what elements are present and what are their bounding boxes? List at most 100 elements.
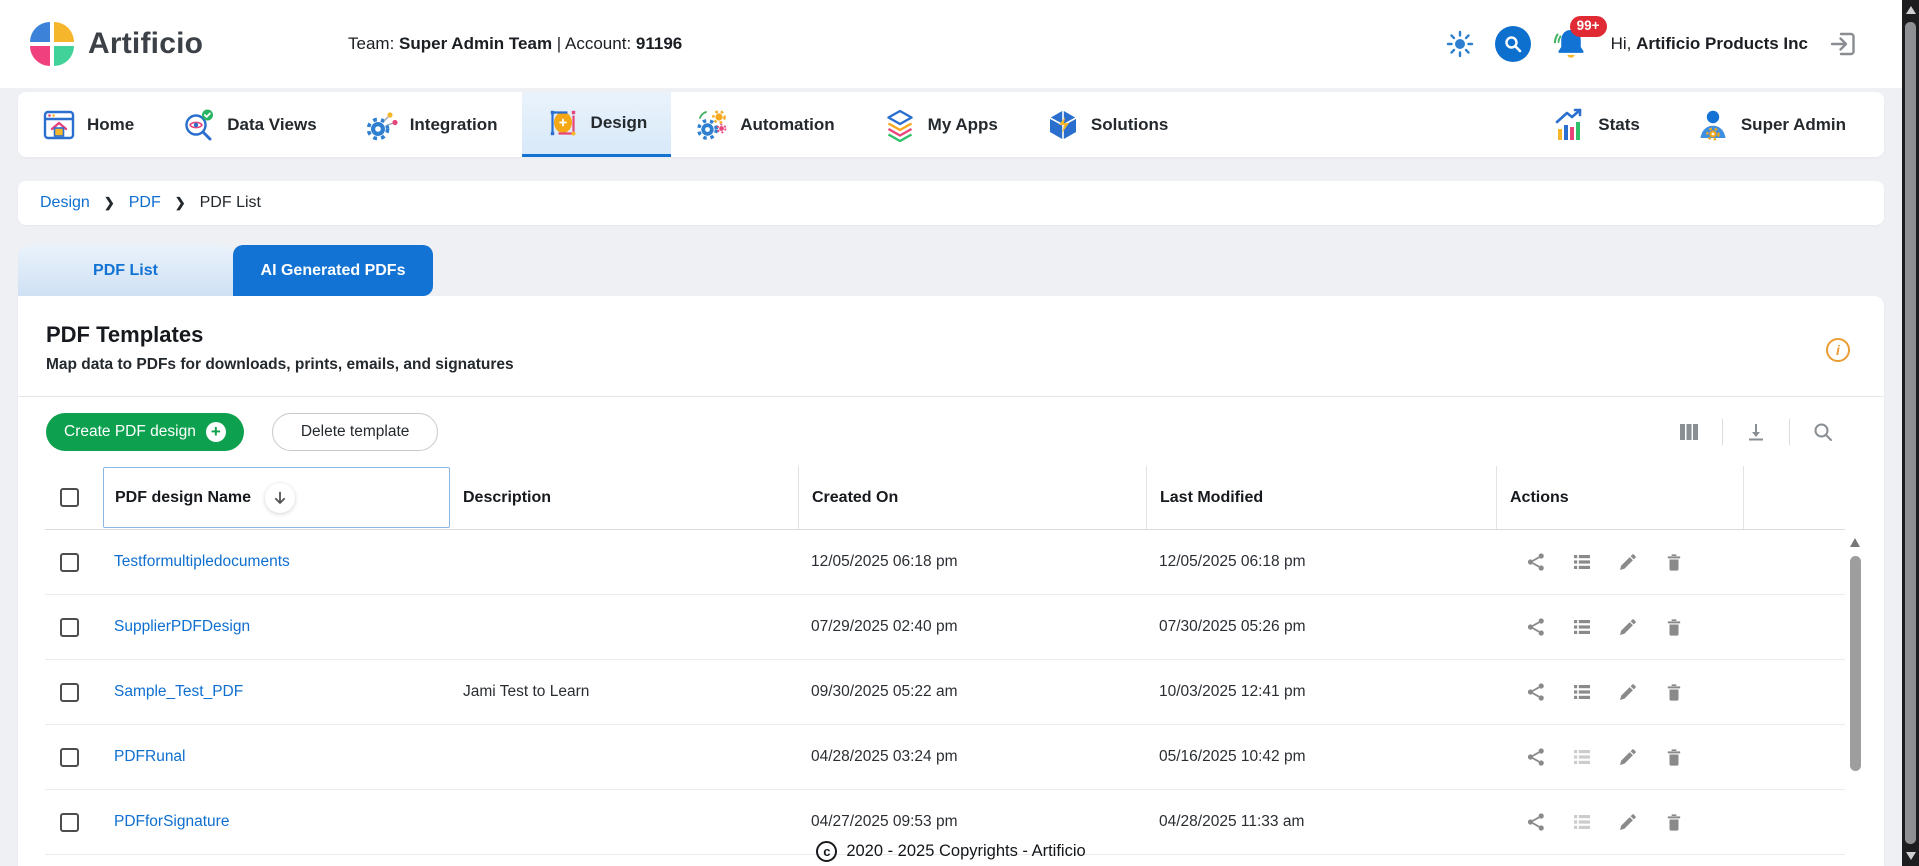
stats-icon xyxy=(1553,108,1587,142)
table-search-icon[interactable] xyxy=(1790,421,1856,443)
nav-item-stats[interactable]: Stats xyxy=(1529,108,1664,142)
notification-count-badge: 99+ xyxy=(1570,16,1607,37)
nav-item-super-admin[interactable]: Super Admin xyxy=(1672,108,1870,142)
columns-icon[interactable] xyxy=(1656,421,1722,443)
table-scrollbar[interactable] xyxy=(1849,538,1862,860)
nav-label-automation: Automation xyxy=(740,115,834,135)
delete-icon[interactable] xyxy=(1664,812,1684,832)
row-description: Jami Test to Learn xyxy=(450,683,798,701)
column-header-name[interactable]: PDF design Name xyxy=(103,467,450,528)
share-icon[interactable] xyxy=(1526,682,1546,702)
list-icon[interactable] xyxy=(1572,812,1592,832)
pdf-design-name-link[interactable]: Testformultipledocuments xyxy=(114,553,290,570)
row-checkbox[interactable] xyxy=(60,683,79,702)
column-header-description[interactable]: Description xyxy=(450,466,798,529)
header-search-button[interactable] xyxy=(1495,26,1531,62)
share-icon[interactable] xyxy=(1526,812,1546,832)
edit-icon[interactable] xyxy=(1618,552,1638,572)
download-icon[interactable] xyxy=(1723,421,1789,443)
delete-template-button[interactable]: Delete template xyxy=(272,413,439,451)
delete-button-label: Delete template xyxy=(301,423,410,441)
column-header-actions: Actions xyxy=(1496,466,1743,529)
browser-scrollbar[interactable] xyxy=(1902,0,1919,866)
notifications-bell-icon[interactable]: 99+ xyxy=(1551,24,1591,64)
artificio-logo[interactable]: Artificio xyxy=(30,22,203,66)
edit-icon[interactable] xyxy=(1618,812,1638,832)
nav-item-solutions[interactable]: Solutions xyxy=(1022,92,1192,157)
sort-descending-icon[interactable] xyxy=(265,483,295,513)
home-icon xyxy=(42,108,76,142)
row-checkbox[interactable] xyxy=(60,618,79,637)
super-admin-icon xyxy=(1696,108,1730,142)
nav-label-design: Design xyxy=(591,113,648,133)
row-checkbox[interactable] xyxy=(60,813,79,832)
column-header-filler xyxy=(1743,466,1845,529)
content-card: PDF Templates Map data to PDFs for downl… xyxy=(18,296,1884,866)
team-name: Super Admin Team xyxy=(399,34,552,53)
pdf-design-name-link[interactable]: PDFRunal xyxy=(114,748,186,765)
column-header-last-modified[interactable]: Last Modified xyxy=(1146,466,1496,529)
edit-icon[interactable] xyxy=(1618,682,1638,702)
row-last-modified: 05/16/2025 10:42 pm xyxy=(1146,748,1496,766)
integration-icon xyxy=(365,108,399,142)
share-icon[interactable] xyxy=(1526,552,1546,572)
edit-icon[interactable] xyxy=(1618,617,1638,637)
app-page: Artificio Team: Super Admin Team | Accou… xyxy=(0,0,1902,866)
row-checkbox[interactable] xyxy=(60,748,79,767)
row-created-on: 12/05/2025 06:18 pm xyxy=(798,553,1146,571)
nav-label-stats: Stats xyxy=(1598,115,1640,135)
table-row: Testformultipledocuments 12/05/2025 06:1… xyxy=(45,530,1845,595)
list-icon[interactable] xyxy=(1572,552,1592,572)
nav-item-design[interactable]: Design xyxy=(522,92,672,157)
chevron-right-icon: ❯ xyxy=(175,195,186,211)
nav-label-integration: Integration xyxy=(410,115,498,135)
breadcrumb: Design ❯ PDF ❯ PDF List xyxy=(18,181,1884,225)
select-all-checkbox[interactable] xyxy=(60,488,79,507)
pdf-design-name-link[interactable]: Sample_Test_PDF xyxy=(114,683,243,700)
breadcrumb-pdf[interactable]: PDF xyxy=(129,194,161,212)
tab-ai-generated-pdfs[interactable]: AI Generated PDFs xyxy=(233,245,433,296)
scrollbar-up-arrow-icon[interactable] xyxy=(1906,6,1916,14)
delete-icon[interactable] xyxy=(1664,747,1684,767)
delete-icon[interactable] xyxy=(1664,617,1684,637)
nav-item-my-apps[interactable]: My Apps xyxy=(859,92,1022,157)
scrollbar-down-arrow-icon[interactable] xyxy=(1906,852,1916,860)
scroll-up-arrow-icon[interactable] xyxy=(1850,538,1860,547)
nav-label-solutions: Solutions xyxy=(1091,115,1168,135)
nav-item-integration[interactable]: Integration xyxy=(341,92,522,157)
theme-sun-icon[interactable] xyxy=(1445,29,1475,59)
my-apps-icon xyxy=(883,108,917,142)
list-icon[interactable] xyxy=(1572,747,1592,767)
table-scrollbar-thumb[interactable] xyxy=(1850,556,1861,771)
nav-item-data-views[interactable]: Data Views xyxy=(158,92,340,157)
column-header-created-on[interactable]: Created On xyxy=(798,466,1146,529)
top-header: Artificio Team: Super Admin Team | Accou… xyxy=(0,0,1902,88)
row-checkbox[interactable] xyxy=(60,553,79,572)
logout-icon[interactable] xyxy=(1828,28,1860,60)
delete-icon[interactable] xyxy=(1664,682,1684,702)
pdf-design-name-link[interactable]: SupplierPDFDesign xyxy=(114,618,250,635)
nav-label-my-apps: My Apps xyxy=(928,115,998,135)
nav-item-home[interactable]: Home xyxy=(18,92,158,157)
team-account-divider: | xyxy=(557,34,561,53)
breadcrumb-design[interactable]: Design xyxy=(40,194,90,212)
tab-pdf-list[interactable]: PDF List xyxy=(18,245,233,296)
share-icon[interactable] xyxy=(1526,617,1546,637)
delete-icon[interactable] xyxy=(1664,552,1684,572)
list-icon[interactable] xyxy=(1572,617,1592,637)
nav-item-automation[interactable]: Automation xyxy=(671,92,858,157)
user-menu[interactable]: Hi, Artificio Products Inc xyxy=(1611,34,1808,54)
edit-icon[interactable] xyxy=(1618,747,1638,767)
create-pdf-design-button[interactable]: Create PDF design + xyxy=(46,413,244,451)
column-label-name: PDF design Name xyxy=(115,489,251,507)
pdf-design-name-link[interactable]: PDFforSignature xyxy=(114,813,229,830)
browser-scrollbar-thumb[interactable] xyxy=(1905,22,1916,844)
footer: c 2020 - 2025 Copyrights - Artificio xyxy=(0,841,1902,862)
row-created-on: 09/30/2025 05:22 am xyxy=(798,683,1146,701)
row-created-on: 04/27/2025 09:53 pm xyxy=(798,813,1146,831)
main-navbar: Home Data Views Integration xyxy=(18,92,1884,157)
share-icon[interactable] xyxy=(1526,747,1546,767)
info-icon[interactable]: i xyxy=(1826,338,1850,362)
list-icon[interactable] xyxy=(1572,682,1592,702)
team-account-info: Team: Super Admin Team | Account: 91196 xyxy=(348,34,682,54)
